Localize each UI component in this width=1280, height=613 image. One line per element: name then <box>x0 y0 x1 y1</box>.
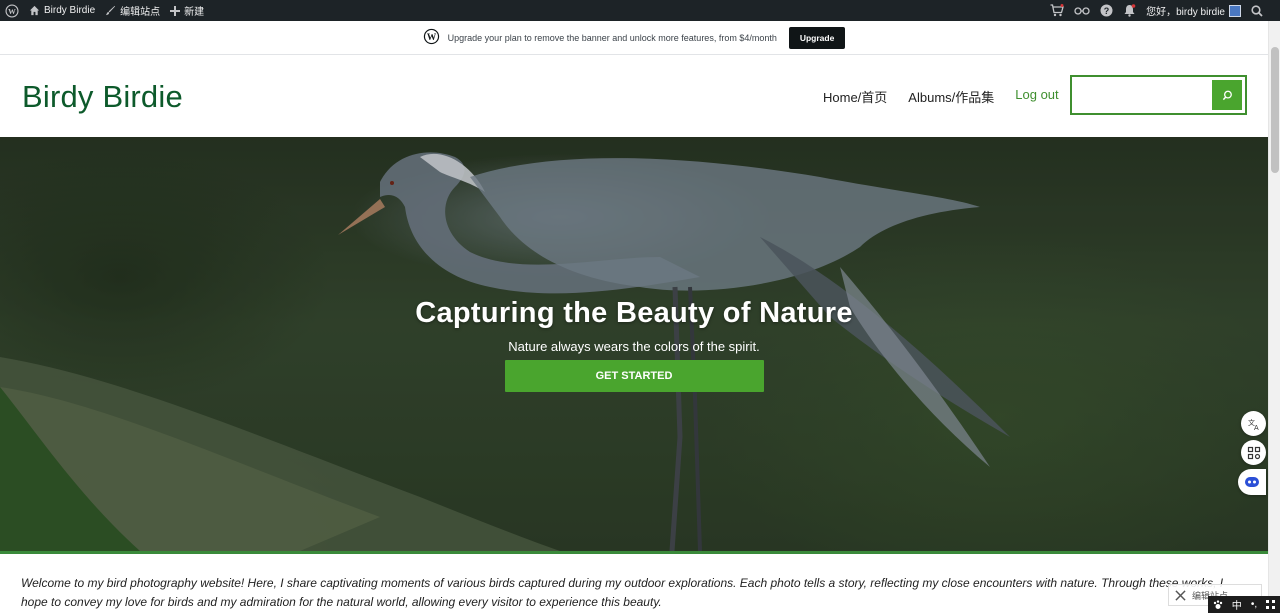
banner-text: Upgrade your plan to remove the banner a… <box>447 32 777 43</box>
help-icon[interactable]: ? <box>1095 0 1118 21</box>
admin-edit-site-link[interactable]: 编辑站点 <box>100 0 165 21</box>
svg-text:?: ? <box>1104 6 1110 16</box>
brush-icon <box>106 5 116 16</box>
upgrade-banner: W Upgrade your plan to remove the banner… <box>0 21 1268 55</box>
hero-subtitle: Nature always wears the colors of the sp… <box>508 339 760 354</box>
admin-bar: W Birdy Birdie 编辑站点 新建 ? 您好，birdy birdie <box>0 0 1280 21</box>
site-title[interactable]: Birdy Birdie <box>22 79 183 115</box>
nav-item-albums[interactable]: Albums/作品集 <box>908 87 994 106</box>
get-started-button[interactable]: GET STARTED <box>504 360 764 392</box>
wordpress-logo-icon[interactable]: W <box>0 0 24 21</box>
paw-icon <box>1213 599 1222 609</box>
site-header: Birdy Birdie Home/首页 Albums/作品集 Log out <box>0 55 1268 137</box>
search-form <box>1070 75 1247 115</box>
home-icon <box>29 5 40 16</box>
admin-new-label: 新建 <box>184 7 205 18</box>
admin-account-menu[interactable]: 您好，birdy birdie <box>1141 0 1246 21</box>
intro-paragraph: Welcome to my bird photography website! … <box>21 576 1224 609</box>
ime-toolbar[interactable]: 中 •, <box>1208 596 1280 613</box>
search-input[interactable] <box>1072 77 1210 113</box>
grid-icon <box>1266 600 1276 609</box>
nav-item-home[interactable]: Home/首页 <box>823 87 887 106</box>
search-icon <box>1222 90 1232 100</box>
svg-text:W: W <box>8 6 16 15</box>
scrollbar-thumb[interactable] <box>1271 47 1279 173</box>
admin-new-link[interactable]: 新建 <box>165 0 209 21</box>
notifications-bell-icon[interactable] <box>1118 0 1141 21</box>
ime-language: 中 <box>1231 601 1242 612</box>
hero-divider <box>0 551 1268 554</box>
admin-search-icon[interactable] <box>1246 0 1268 21</box>
page-scrollbar[interactable] <box>1268 21 1280 613</box>
scan-icon <box>1247 446 1260 459</box>
hero-content: Capturing the Beauty of Nature Nature al… <box>0 297 1268 392</box>
avatar <box>1229 4 1241 17</box>
nav-item-logout[interactable]: Log out <box>1015 87 1058 106</box>
admin-site-name: Birdy Birdie <box>44 5 96 16</box>
hero-cover: Capturing the Beauty of Nature Nature al… <box>0 137 1268 551</box>
translate-icon: 文A <box>1248 418 1259 431</box>
admin-greeting: 您好，birdy birdie <box>1146 7 1225 18</box>
translate-tool-button[interactable]: 文A <box>1241 411 1266 436</box>
ime-punctuation: •, <box>1250 599 1258 610</box>
assistant-button[interactable] <box>1238 469 1266 495</box>
cart-icon[interactable] <box>1045 0 1069 21</box>
svg-text:A: A <box>1254 425 1259 431</box>
search-button[interactable] <box>1212 80 1242 110</box>
hero-title: Capturing the Beauty of Nature <box>415 297 853 329</box>
robot-face-icon <box>1245 477 1259 487</box>
svg-text:W: W <box>426 33 436 43</box>
admin-site-name-link[interactable]: Birdy Birdie <box>24 0 100 21</box>
upgrade-button[interactable]: Upgrade <box>788 26 846 49</box>
tools-icon <box>1175 589 1186 601</box>
wordpress-logo-icon: W <box>423 28 440 47</box>
main-navigation: Home/首页 Albums/作品集 Log out <box>823 87 1059 106</box>
admin-edit-site-label: 编辑站点 <box>120 7 161 18</box>
plus-icon <box>170 5 181 16</box>
reader-glasses-icon[interactable] <box>1069 0 1095 21</box>
screenshot-tool-button[interactable] <box>1241 440 1266 465</box>
